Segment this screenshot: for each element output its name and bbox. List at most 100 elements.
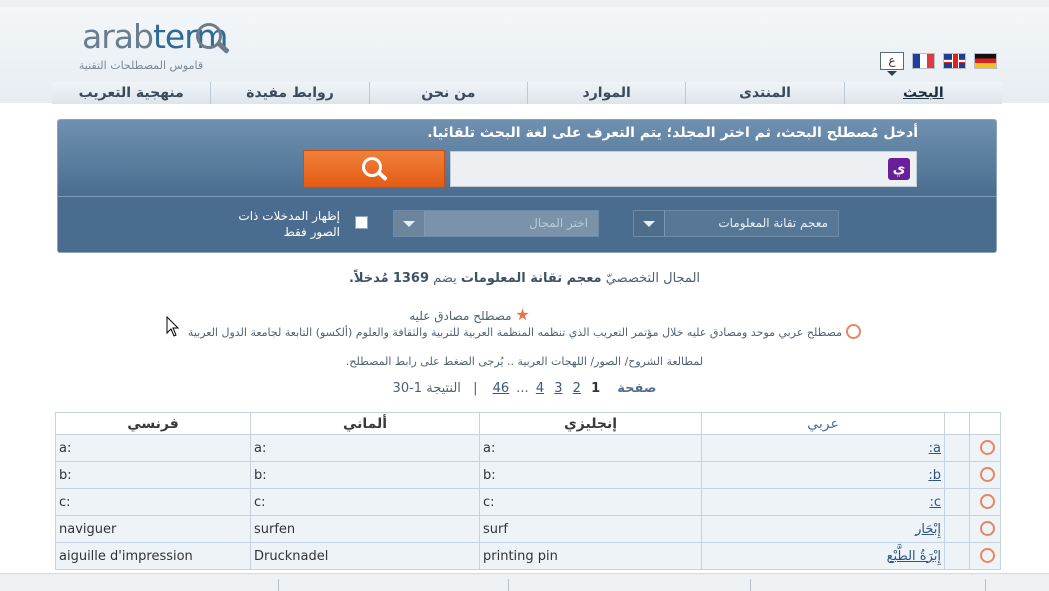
- english-cell: b:: [479, 461, 702, 489]
- summary-count: 1369: [392, 271, 430, 286]
- images-only-checkbox[interactable]: [355, 216, 368, 229]
- pager-label: صفحة: [617, 381, 657, 396]
- nav-item-forum[interactable]: المنتدى: [685, 82, 843, 104]
- pager-link[interactable]: 2: [573, 381, 581, 396]
- spacer-cell: [944, 434, 970, 462]
- german-cell: a:: [250, 434, 480, 462]
- pager-separator: |: [473, 381, 478, 396]
- header-spacer-col: [944, 412, 970, 435]
- german-cell: surfen: [250, 515, 480, 543]
- term-link[interactable]: a:: [929, 441, 941, 456]
- nav-item-methodology[interactable]: منهجية التعريب: [52, 82, 210, 104]
- french-cell: a:: [55, 434, 251, 462]
- arabterm-logo[interactable]: arabterm قاموس المصطلحات التقنية: [54, 15, 244, 75]
- ring-icon: [979, 494, 995, 509]
- nav-item-search[interactable]: البحث: [843, 82, 1002, 104]
- header-icon-col: [969, 412, 1001, 435]
- pager-link[interactable]: 3: [554, 381, 562, 396]
- arabic-cell: b:: [701, 461, 945, 489]
- legend-approved: ★ مصطلح مصادق عليه: [0, 305, 994, 324]
- arabic-cell: c:: [701, 488, 945, 516]
- french-cell: naviguer: [55, 515, 251, 543]
- results-label: النتيجة: [426, 381, 461, 396]
- german-cell: b:: [250, 461, 480, 489]
- uk-flag-icon[interactable]: [943, 53, 966, 69]
- search-input[interactable]: ي: [450, 151, 917, 187]
- spacer-cell: [944, 542, 970, 570]
- search-panel: أدخل مُصطلح البحث، ثم اختر المجلد؛ يتم ا…: [57, 119, 997, 253]
- results-range: 1-30: [392, 381, 423, 396]
- term-link[interactable]: b:: [928, 468, 941, 483]
- french-cell: c:: [55, 488, 251, 516]
- english-cell: printing pin: [479, 542, 702, 570]
- search-instruction: أدخل مُصطلح البحث، ثم اختر المجلد؛ يتم ا…: [427, 125, 918, 141]
- pager-link[interactable]: 4: [536, 381, 544, 396]
- field-select-value: اختر المجال: [529, 216, 588, 230]
- french-flag-icon[interactable]: [912, 53, 935, 69]
- spacer-cell: [944, 488, 970, 516]
- bar-divider: [508, 579, 509, 591]
- ring-icon: [979, 521, 995, 536]
- legend-unified: مصطلح عربي موحد ومصادق عليه خلال مؤتمر ا…: [0, 324, 1049, 339]
- search-button[interactable]: [303, 150, 445, 188]
- chevron-down-icon: [887, 71, 897, 76]
- table-header-row: عربي إنجليزي ألماني فرنسي: [55, 412, 1001, 435]
- table-row: b: b: b: b:: [55, 461, 1001, 489]
- legend-approved-text: مصطلح مصادق عليه: [409, 309, 512, 323]
- summary-prefix: المجال التخصصيّ: [605, 271, 701, 286]
- french-cell: b:: [55, 461, 251, 489]
- nav-item-about[interactable]: من نحن: [368, 82, 527, 104]
- header-english: إنجليزي: [479, 412, 702, 435]
- bottom-scroll-bar[interactable]: [0, 573, 1049, 591]
- table-row: a: a: a: a:: [55, 434, 1001, 462]
- term-link[interactable]: إِبْحَار: [915, 522, 941, 537]
- search-icon-handle: [377, 170, 388, 182]
- ring-cell: [969, 542, 1001, 570]
- arabic-cell: إِبْرَةُ الطَّبْع: [701, 542, 945, 570]
- term-link[interactable]: إِبْرَةُ الطَّبْع: [887, 549, 941, 564]
- ring-icon: [979, 440, 995, 455]
- pager-current: 1: [591, 381, 601, 396]
- header-french: فرنسي: [55, 412, 251, 435]
- header-arabic: عربي: [701, 412, 945, 435]
- french-cell: aiguille d'impression: [55, 542, 251, 570]
- ring-cell: [969, 515, 1001, 543]
- click-note: لمطالعة الشروح/ الصور/ اللهجات العربية .…: [345, 355, 704, 368]
- logo-subtitle: قاموس المصطلحات التقنية: [78, 59, 204, 72]
- nav-item-resources[interactable]: الموارد: [527, 82, 685, 104]
- summary-suffix: مُدخلاً.: [348, 271, 389, 286]
- star-icon: ★: [515, 305, 530, 324]
- pagination: صفحة 1 2 3 4 ... 46 | النتيجة 1-30: [0, 381, 1049, 396]
- german-cell: Drucknadel: [250, 542, 480, 570]
- ring-icon: [846, 324, 862, 339]
- english-cell: a:: [479, 434, 702, 462]
- german-flag-icon[interactable]: [974, 53, 997, 69]
- arabic-cell: إِبْحَار: [701, 515, 945, 543]
- summary-domain-name: معجم تقانة المعلومات: [460, 271, 602, 286]
- bar-divider: [278, 579, 279, 591]
- arabic-cell: a:: [701, 434, 945, 462]
- dictionary-select[interactable]: معجم تقانة المعلومات: [633, 210, 839, 237]
- table-row: إِبْحَار surf surfen naviguer: [55, 515, 1001, 543]
- spacer-cell: [944, 461, 970, 489]
- domain-summary: المجال التخصصيّ معجم تقانة المعلومات يضم…: [0, 271, 1049, 286]
- results-table: عربي إنجليزي ألماني فرنسي a: a: a: a: b:…: [55, 412, 1001, 570]
- term-link[interactable]: c:: [929, 495, 941, 510]
- pager-ellipsis: ...: [516, 381, 529, 396]
- spacer-cell: [944, 515, 970, 543]
- table-row: إِبْرَةُ الطَّبْع printing pin Drucknade…: [55, 542, 1001, 570]
- legend-unified-text: مصطلح عربي موحد ومصادق عليه خلال مؤتمر ا…: [187, 326, 843, 339]
- virtual-keyboard-icon[interactable]: ي: [888, 158, 910, 180]
- nav-item-links[interactable]: روابط مفيدة: [210, 82, 368, 104]
- summary-contains: يضم: [433, 271, 457, 286]
- field-select[interactable]: اختر المجال: [393, 210, 599, 237]
- ring-icon: [979, 467, 995, 482]
- ring-icon: [979, 548, 995, 563]
- bar-divider: [750, 579, 751, 591]
- chevron-down-icon: [394, 211, 425, 236]
- ring-cell: [969, 434, 1001, 462]
- arabic-language-button[interactable]: ع: [880, 52, 904, 70]
- table-row: c: c: c: c:: [55, 488, 1001, 516]
- german-cell: c:: [250, 488, 480, 516]
- pager-link-last[interactable]: 46: [493, 381, 510, 396]
